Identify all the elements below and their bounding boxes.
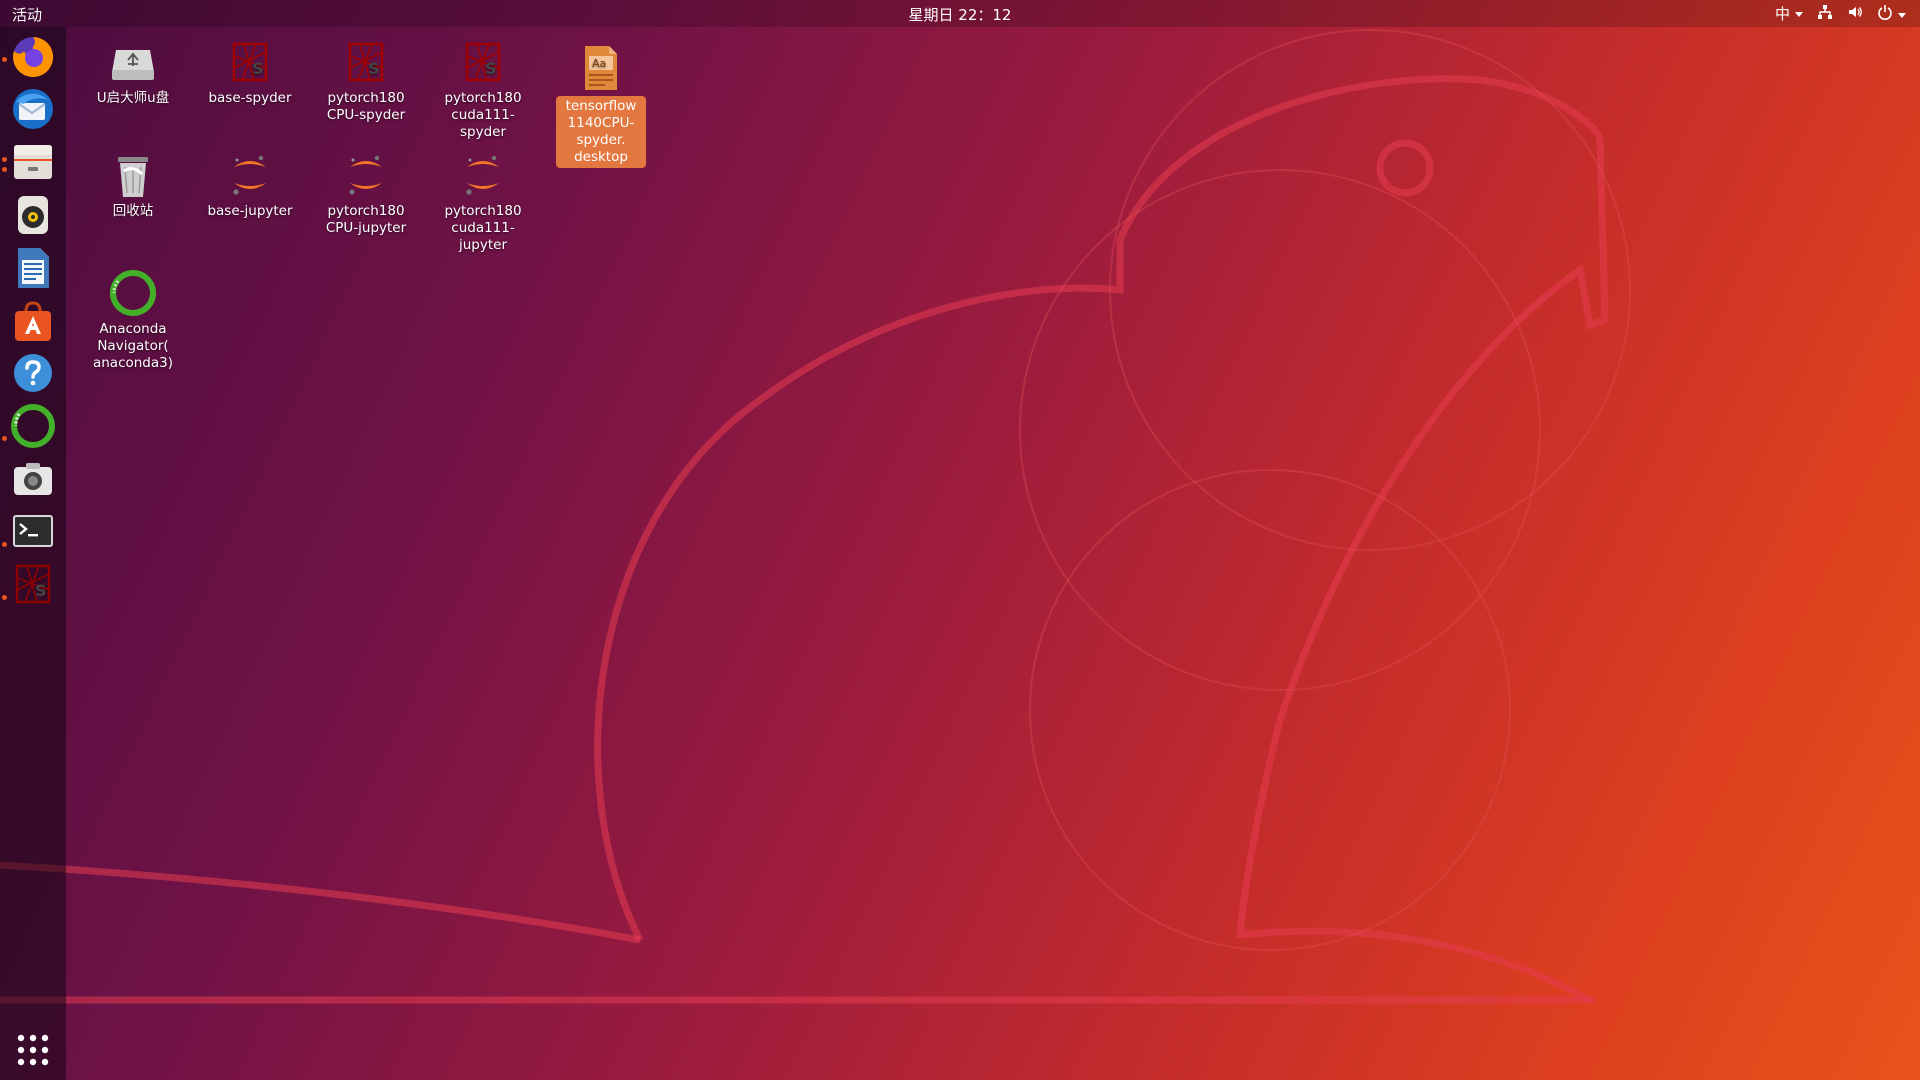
volume-icon[interactable] bbox=[1847, 4, 1863, 24]
desktop-icon-label: pytorch180 cuda111-jupyter bbox=[444, 203, 522, 253]
libreoffice-writer-icon bbox=[18, 248, 49, 288]
jupyter-icon bbox=[338, 151, 394, 199]
help-icon bbox=[14, 354, 52, 392]
desktop-icon-tensorflow-spyder[interactable]: Aa tensorflow 1140CPU-spyder. desktop bbox=[556, 44, 646, 168]
spyder-icon: S bbox=[338, 38, 394, 86]
top-bar: 活动 星期日 22：12 中 bbox=[0, 0, 1920, 27]
network-icon[interactable] bbox=[1817, 4, 1833, 24]
desktop-icon-pytorch180-cuda111-jupyter[interactable]: pytorch180 cuda111-jupyter bbox=[438, 151, 528, 254]
screenshot-icon bbox=[14, 463, 52, 495]
spyder-icon: S bbox=[222, 38, 278, 86]
anaconda-icon bbox=[105, 269, 161, 317]
dock-item-ubuntu-software[interactable] bbox=[7, 295, 59, 347]
jupyter-icon bbox=[455, 151, 511, 199]
dock-item-anaconda-navigator[interactable] bbox=[7, 400, 59, 452]
desktop-icon-anaconda-navigator[interactable]: Anaconda Navigator( anaconda3) bbox=[88, 269, 178, 372]
desktop-icon-base-jupyter[interactable]: base-jupyter bbox=[205, 151, 295, 220]
svg-text:S: S bbox=[368, 59, 380, 78]
desktop-icon-label: Anaconda Navigator( anaconda3) bbox=[92, 321, 174, 371]
chevron-down-icon bbox=[1898, 12, 1906, 18]
desktop-icon-label: pytorch180 CPU-jupyter bbox=[325, 203, 407, 236]
spyder-icon: S bbox=[455, 38, 511, 86]
terminal-icon bbox=[13, 515, 53, 547]
power-menu[interactable] bbox=[1877, 4, 1906, 24]
input-method-menu[interactable]: 中 bbox=[1775, 3, 1803, 24]
dock-item-help[interactable] bbox=[7, 347, 59, 399]
running-indicator bbox=[2, 595, 7, 600]
dock-item-firefox[interactable] bbox=[7, 31, 59, 83]
show-applications-icon[interactable] bbox=[13, 1030, 53, 1070]
running-indicator bbox=[2, 157, 7, 162]
dock-item-files[interactable] bbox=[7, 136, 59, 188]
input-method-label: 中 bbox=[1774, 5, 1790, 23]
desktop-icon-pytorch180-cuda111-spyder[interactable]: S pytorch180 cuda111-spyder bbox=[438, 38, 528, 141]
trash-icon bbox=[105, 151, 161, 199]
activities-button[interactable]: 活动 bbox=[12, 4, 42, 25]
firefox-icon bbox=[13, 36, 54, 77]
chevron-down-icon bbox=[1795, 12, 1803, 17]
desktop-icon-trash[interactable]: 回收站 bbox=[88, 151, 178, 220]
dock-item-thunderbird[interactable] bbox=[7, 83, 59, 135]
desktop-icon-label: pytorch180 cuda111-spyder bbox=[444, 90, 522, 140]
power-icon bbox=[1878, 4, 1892, 20]
desktop-icon-label: U启大师u盘 bbox=[96, 90, 170, 106]
running-indicator bbox=[2, 167, 7, 172]
system-tray: 中 bbox=[1775, 3, 1906, 24]
desktop-icon-label: tensorflow 1140CPU-spyder. desktop bbox=[556, 96, 646, 168]
desktop-icon-pytorch180-cpu-spyder[interactable]: S pytorch180 CPU-spyder bbox=[321, 38, 411, 124]
clock[interactable]: 星期日 22：12 bbox=[909, 6, 1012, 24]
spyder-icon: S bbox=[15, 564, 51, 604]
ubuntu-software-icon bbox=[15, 301, 51, 341]
usb-drive-icon bbox=[105, 38, 161, 86]
desktop-icon-label: 回收站 bbox=[112, 203, 154, 219]
svg-text:S: S bbox=[35, 581, 47, 600]
dock-item-terminal[interactable] bbox=[7, 505, 59, 557]
anaconda-navigator-icon bbox=[11, 404, 55, 448]
desktop-icon-label: pytorch180 CPU-spyder bbox=[326, 90, 406, 123]
running-indicator bbox=[2, 542, 7, 547]
text-file-icon: Aa bbox=[573, 44, 629, 92]
dock-item-rhythmbox[interactable] bbox=[7, 189, 59, 241]
svg-text:S: S bbox=[485, 59, 497, 78]
desktop-icon-usb-drive[interactable]: U启大师u盘 bbox=[88, 38, 178, 107]
running-indicator bbox=[2, 436, 7, 441]
desktop-icon-pytorch180-cpu-jupyter[interactable]: pytorch180 CPU-jupyter bbox=[321, 151, 411, 237]
dock: S bbox=[0, 27, 66, 1080]
desktop-icon-label: base-jupyter bbox=[207, 203, 293, 219]
desktop-icon-base-spyder[interactable]: S base-spyder bbox=[205, 38, 295, 107]
dock-item-spyder[interactable]: S bbox=[7, 558, 59, 610]
running-indicator bbox=[2, 57, 7, 62]
jupyter-icon bbox=[222, 151, 278, 199]
dock-item-libreoffice-writer[interactable] bbox=[7, 242, 59, 294]
dock-item-screenshot[interactable] bbox=[7, 453, 59, 505]
rhythmbox-icon bbox=[18, 196, 48, 234]
files-icon bbox=[14, 145, 52, 179]
svg-text:Aa: Aa bbox=[592, 57, 606, 70]
desktop-icon-label: base-spyder bbox=[208, 90, 292, 106]
svg-text:S: S bbox=[252, 59, 264, 78]
thunderbird-icon bbox=[13, 89, 53, 129]
